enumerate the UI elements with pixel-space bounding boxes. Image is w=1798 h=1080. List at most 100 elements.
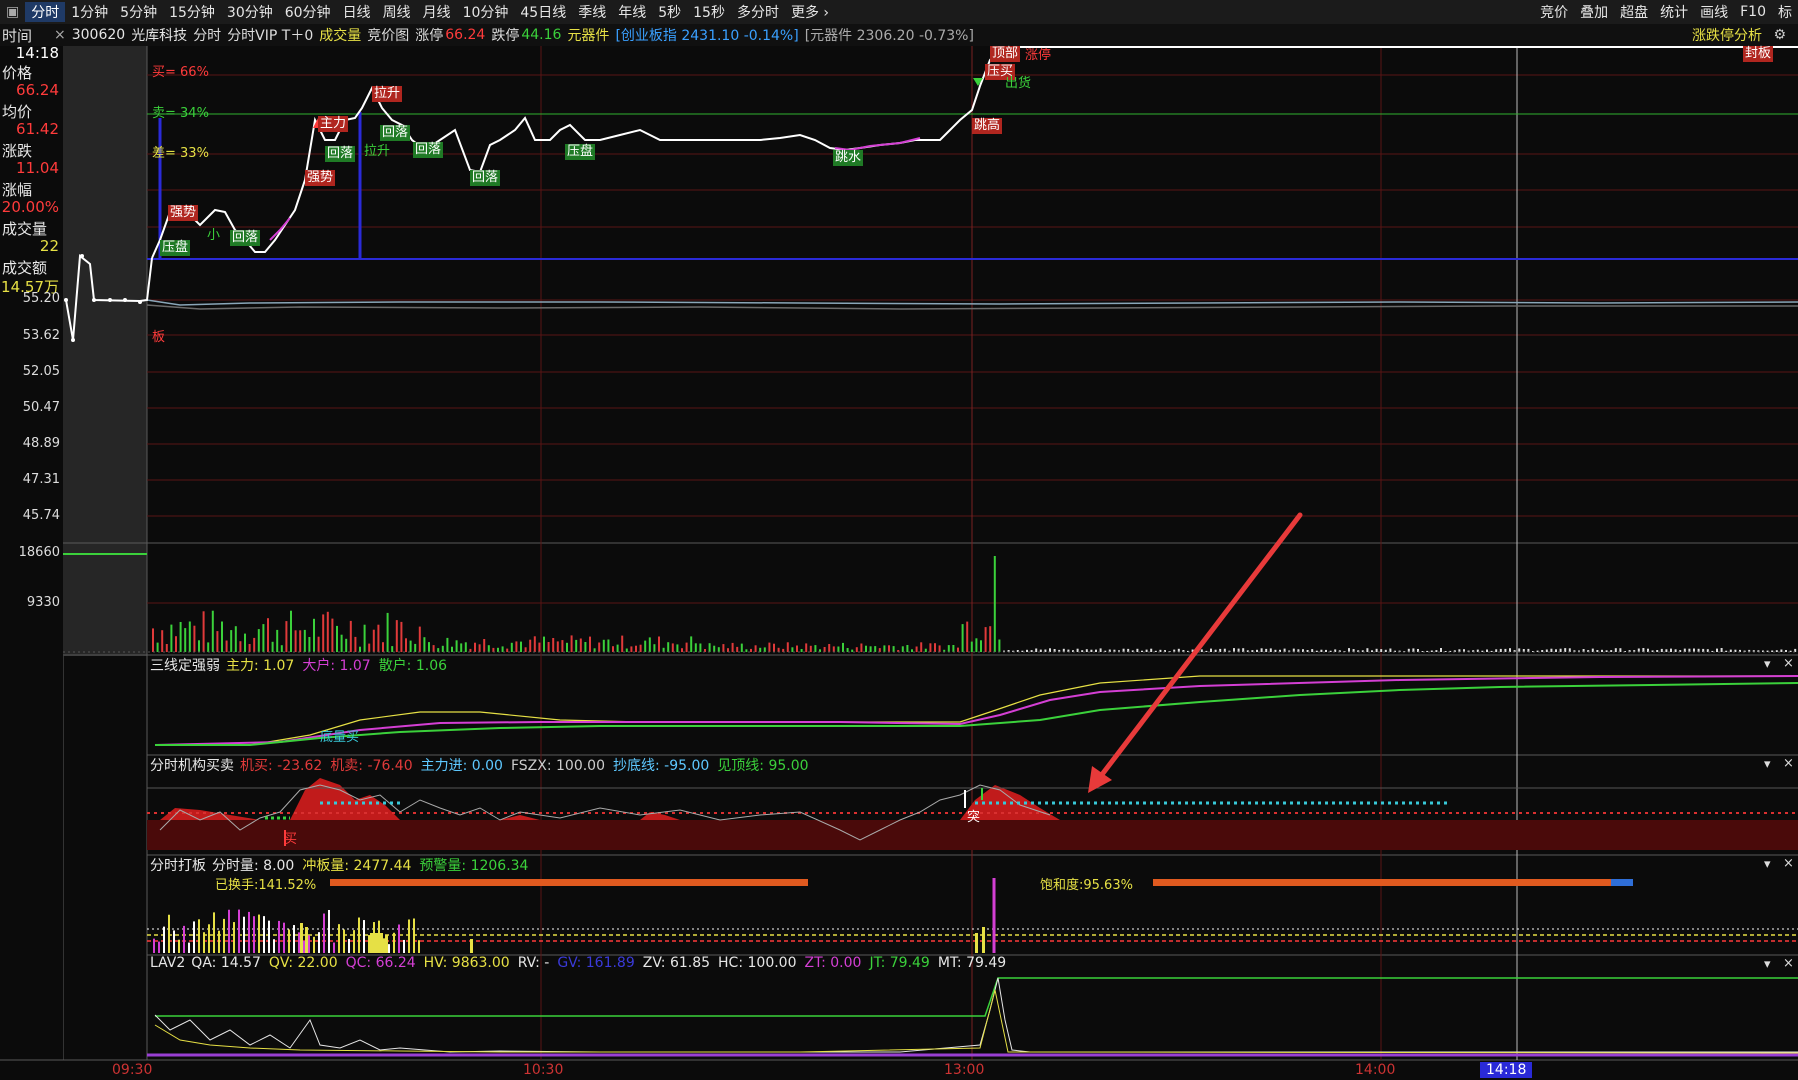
- p3-bar: [343, 929, 345, 953]
- p3-bar: [375, 933, 378, 953]
- volume-bar: [961, 624, 964, 652]
- volume-bar: [998, 639, 1001, 652]
- p3-bar: [982, 927, 985, 953]
- signal-tag: 压盘: [565, 144, 596, 160]
- panel-close-icon[interactable]: ×: [1783, 856, 1794, 871]
- volume-bar: [161, 630, 164, 652]
- panel-collapse-icon[interactable]: ▾: [1764, 957, 1771, 972]
- saturation-label: 饱和度:95.63%: [1040, 878, 1133, 893]
- intraday-chart[interactable]: [0, 0, 1798, 1080]
- p3-bar: [305, 927, 308, 953]
- volume-bar: [952, 645, 955, 652]
- volume-bar: [1141, 650, 1143, 652]
- volume-bar: [1518, 648, 1521, 652]
- p3-bar: [470, 939, 473, 953]
- volume-bar: [1665, 649, 1668, 652]
- p3-bar: [263, 916, 265, 953]
- volume-bar: [1771, 650, 1774, 652]
- diff-ratio-label: 差= 33%: [152, 146, 209, 161]
- panel-lav2-header: LAV2 QA: 14.57 QV: 22.00 QC: 66.24 HV: 9863.…: [150, 955, 1014, 971]
- volume-bar: [529, 639, 532, 652]
- volume-bar: [156, 642, 159, 652]
- p3-bar: [193, 921, 195, 953]
- volume-bar: [598, 642, 601, 652]
- volume-bar: [1389, 648, 1392, 652]
- volume-bar: [658, 636, 660, 652]
- volume-bar: [1660, 648, 1663, 652]
- volume-bar: [1237, 648, 1240, 652]
- p3-bar: [418, 940, 420, 953]
- volume-bar: [1030, 650, 1033, 652]
- volume-bar: [1490, 650, 1493, 652]
- volume-bar: [1081, 650, 1084, 652]
- p3-bar: [158, 941, 160, 953]
- volume-bar: [1486, 649, 1488, 652]
- p3-bar: [188, 942, 190, 953]
- volume-bar: [621, 635, 624, 652]
- panel-collapse-icon[interactable]: ▾: [1764, 657, 1771, 672]
- volume-bar: [938, 645, 941, 652]
- volume-bar: [1095, 649, 1097, 652]
- volume-bar: [667, 642, 670, 652]
- indicator-value: QA: 14.57: [191, 955, 261, 971]
- panel-close-icon[interactable]: ×: [1783, 756, 1794, 771]
- indicator-value: ZT: 0.00: [804, 955, 862, 971]
- signal-tag: 顶部: [990, 46, 1021, 62]
- volume-bar: [731, 642, 734, 652]
- volume-bar: [428, 642, 430, 652]
- panel-collapse-icon[interactable]: ▾: [1764, 757, 1771, 772]
- signal-tag: 回落: [413, 142, 444, 158]
- volume-bar: [727, 648, 729, 652]
- p3-bar: [228, 909, 230, 953]
- volume-bar: [1591, 648, 1594, 652]
- indicator-value: HV: 9863.00: [423, 955, 510, 971]
- signal-tag: 回落: [380, 125, 411, 141]
- panel-close-icon[interactable]: ×: [1783, 956, 1794, 971]
- volume-bar: [1601, 649, 1603, 652]
- sealed-board-tag: 封板: [1743, 46, 1774, 62]
- p3-bar: [323, 913, 325, 953]
- indicator-value: 机买: -23.62: [240, 758, 323, 774]
- p3-bar: [243, 916, 245, 953]
- volume-bar: [648, 637, 651, 652]
- volume-bar: [510, 642, 513, 652]
- volume-bar: [1716, 648, 1718, 652]
- volume-bar: [874, 646, 877, 652]
- volume-bar: [1026, 649, 1028, 652]
- volume-bar: [1210, 648, 1212, 652]
- volume-bar: [736, 646, 739, 652]
- volume-bar: [1780, 649, 1783, 652]
- p3-bar: [383, 938, 385, 953]
- panel-collapse-icon[interactable]: ▾: [1764, 857, 1771, 872]
- volume-bar: [478, 644, 481, 652]
- volume-bar: [216, 631, 219, 652]
- bottom-volume-buy-tag: 底量买: [320, 730, 360, 745]
- p3-bar: [373, 922, 375, 953]
- p3-bar: [198, 919, 200, 953]
- volume-bar: [1541, 650, 1544, 652]
- volume-bar: [681, 648, 683, 652]
- volume-bar: [497, 647, 499, 652]
- board-label: 板: [152, 330, 166, 345]
- p3-bar: [253, 916, 255, 953]
- volume-bar: [713, 645, 716, 652]
- volume-bar: [1256, 649, 1258, 652]
- volume-bar: [524, 647, 527, 652]
- volume-bar: [612, 646, 614, 652]
- volume-bar: [929, 643, 932, 652]
- p3-bar: [213, 912, 215, 953]
- volume-bar: [372, 629, 375, 652]
- volume-bar: [225, 640, 228, 652]
- volume-bar: [694, 643, 697, 652]
- volume-bar: [1605, 650, 1608, 652]
- volume-bar: [1729, 649, 1732, 652]
- p3-bar: [363, 920, 365, 953]
- volume-bar: [671, 643, 674, 652]
- p3-bar: [203, 932, 205, 953]
- volume-bar: [934, 643, 936, 652]
- p3-bar: [248, 911, 250, 953]
- volume-bar: [869, 646, 872, 652]
- indicator-value: 分时量: 8.00: [212, 858, 295, 874]
- panel-close-icon[interactable]: ×: [1783, 656, 1794, 671]
- volume-bar: [515, 641, 518, 652]
